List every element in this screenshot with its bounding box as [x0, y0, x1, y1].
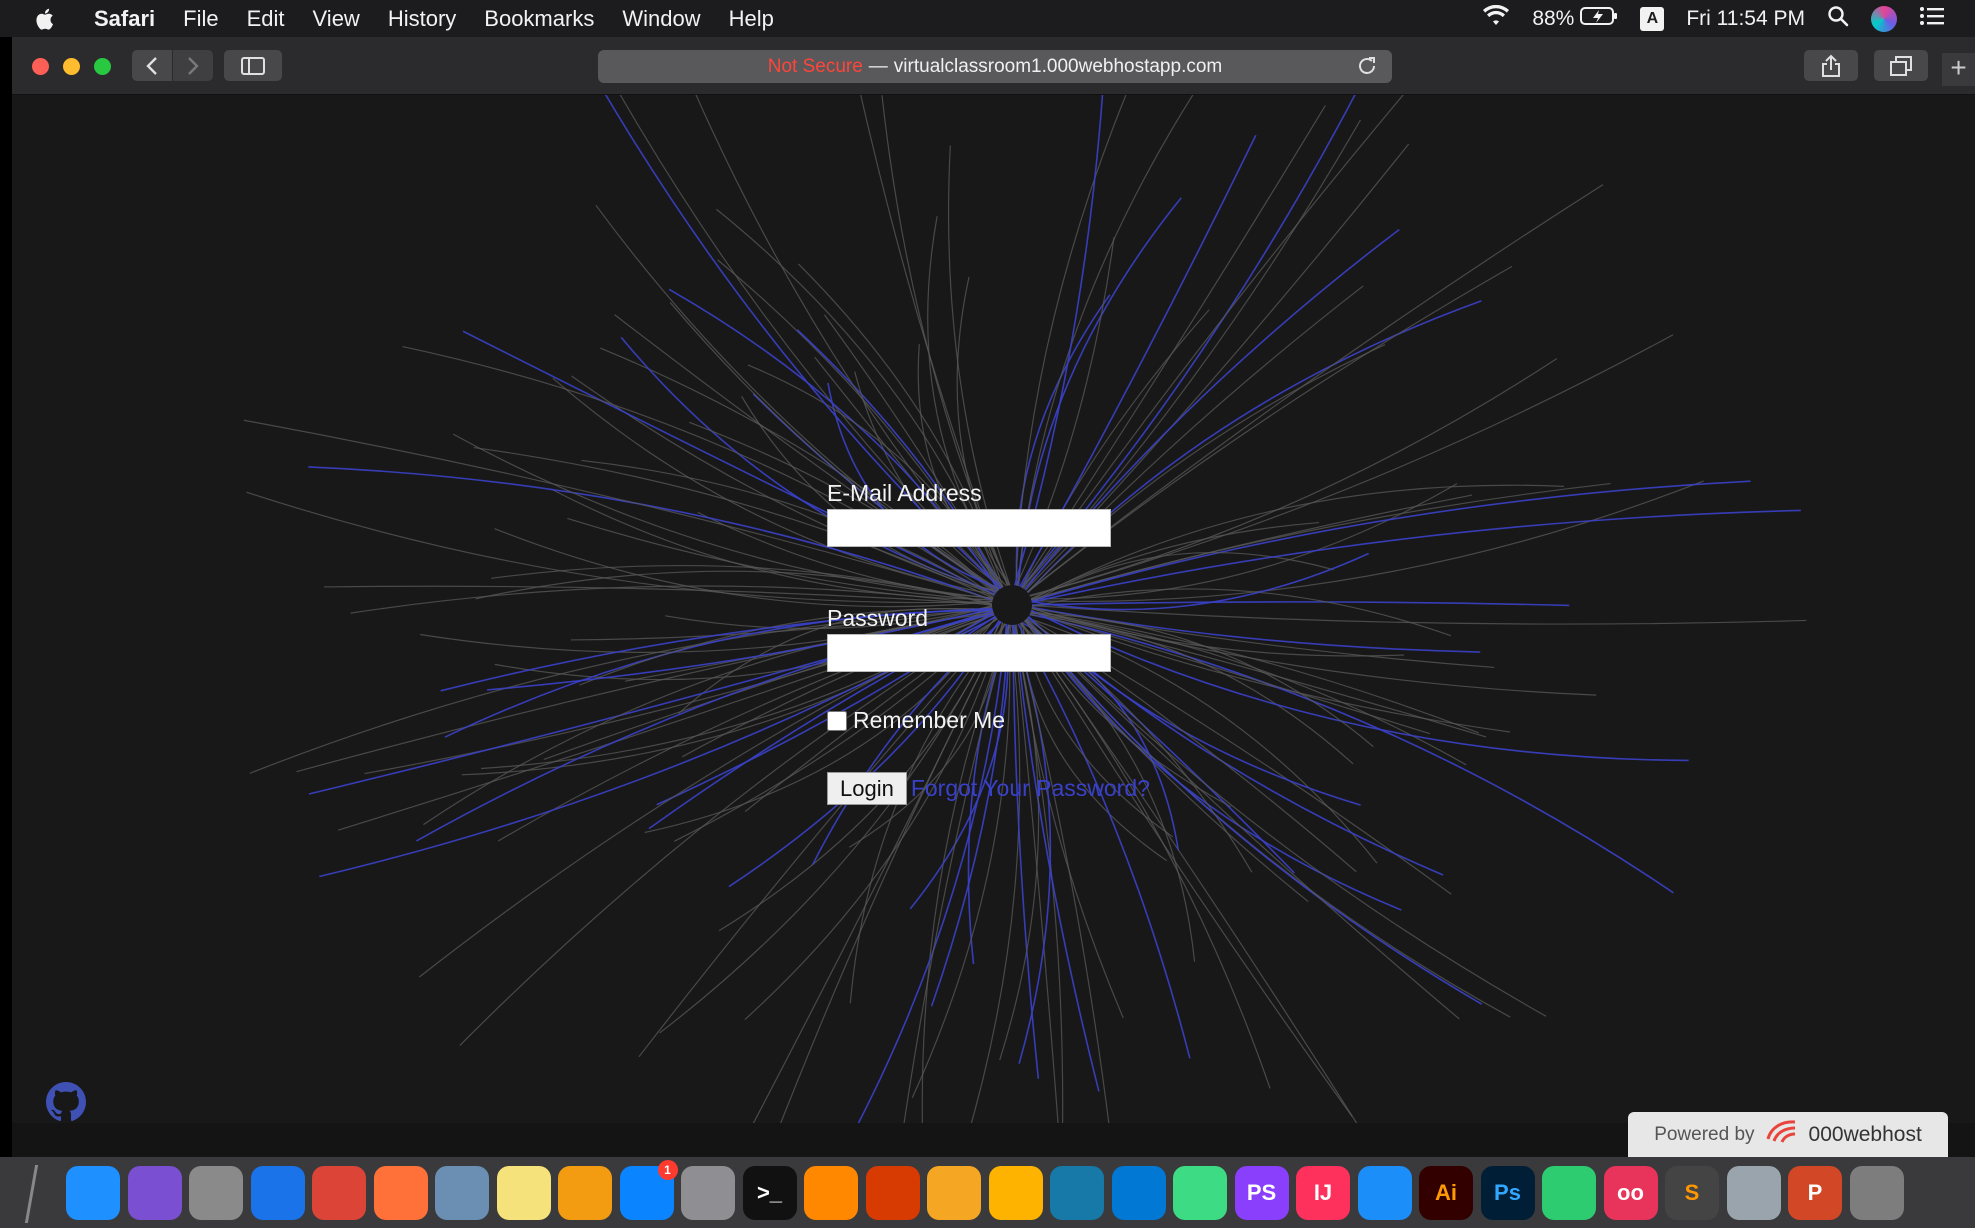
system-preferences-icon[interactable] [681, 1166, 735, 1220]
dock-icon-glyph: Ai [1435, 1180, 1457, 1205]
dock-icon-glyph: >_ [756, 1180, 783, 1205]
powerpoint-icon[interactable]: P [1788, 1166, 1842, 1220]
menu-history[interactable]: History [388, 6, 456, 32]
dock-icon-glyph: P [1807, 1180, 1823, 1205]
battery-charging-icon [1580, 6, 1618, 32]
show-tabs-button[interactable] [1874, 50, 1928, 81]
close-window-button[interactable] [32, 58, 49, 75]
menu-view[interactable]: View [313, 6, 360, 32]
github-icon[interactable] [46, 1082, 86, 1127]
url-separator: — [868, 55, 888, 77]
minimize-window-button[interactable] [63, 58, 80, 75]
sublime-text-icon[interactable]: S [1665, 1166, 1719, 1220]
apple-icon[interactable] [34, 7, 74, 31]
preview-icon[interactable] [435, 1166, 489, 1220]
tableplus-icon[interactable] [927, 1166, 981, 1220]
dock: 1 >_ PS IJ Ai Ps oo S P [0, 1157, 1975, 1228]
not-secure-label: Not Secure [767, 55, 863, 77]
battery-percent: 88% [1532, 6, 1575, 30]
menu-items: Safari File Edit View History Bookmarks … [74, 6, 774, 32]
siri-icon[interactable] [127, 1166, 182, 1220]
password-field[interactable] [827, 634, 1111, 672]
menu-edit[interactable]: Edit [247, 6, 285, 32]
dock-icon-glyph: S [1684, 1180, 1700, 1205]
host-brand: 000webhost [1808, 1122, 1922, 1146]
password-label: Password [827, 605, 928, 631]
vlc-icon[interactable] [804, 1166, 858, 1220]
powered-by-label: Powered by [1654, 1123, 1755, 1145]
flickr-icon[interactable]: oo [1603, 1166, 1658, 1220]
sketch-icon[interactable] [988, 1166, 1043, 1220]
app-store-icon[interactable]: 1 [619, 1160, 678, 1220]
remember-me-checkbox[interactable] [827, 710, 847, 731]
dock-icon-glyph: IJ [1313, 1180, 1333, 1205]
tabs-overview-icon [1890, 55, 1912, 76]
xcode-icon[interactable] [1357, 1166, 1412, 1220]
android-file-transfer-icon[interactable] [1542, 1166, 1596, 1220]
menu-window[interactable]: Window [622, 6, 700, 32]
chevron-right-icon [188, 56, 199, 75]
notes-icon[interactable] [496, 1166, 551, 1220]
login-actions: Login Forgot Your Password? [827, 772, 1187, 805]
menu-safari[interactable]: Safari [94, 6, 155, 32]
zoom-window-button[interactable] [94, 58, 111, 75]
web-page: E-Mail Address Password Remember Me Logi… [12, 95, 1975, 1157]
reload-icon[interactable] [1356, 55, 1378, 83]
login-form: E-Mail Address Password Remember Me Logi… [827, 480, 1187, 805]
chevron-left-icon [146, 56, 157, 75]
phpstorm-icon[interactable]: PS [1234, 1166, 1289, 1220]
safari-icon[interactable] [250, 1166, 305, 1220]
menu-bookmarks[interactable]: Bookmarks [484, 6, 594, 32]
sidebar-toggle-button[interactable] [224, 50, 282, 81]
back-button[interactable] [132, 50, 172, 81]
android-studio-icon[interactable] [1173, 1166, 1227, 1220]
spotlight-search-icon[interactable] [1827, 5, 1849, 33]
input-source-indicator[interactable]: A [1640, 6, 1665, 31]
office-icon[interactable] [865, 1166, 920, 1220]
dock-icon-glyph: oo [1617, 1180, 1644, 1205]
trash-icon[interactable] [1849, 1166, 1904, 1220]
notification-center-icon[interactable] [1919, 5, 1945, 33]
new-tab-button[interactable]: + [1942, 53, 1975, 86]
remember-me-row: Remember Me [827, 707, 1187, 734]
000webhost-logo-icon [1765, 1119, 1799, 1151]
terminal-icon[interactable]: >_ [742, 1166, 797, 1220]
menu-file[interactable]: File [183, 6, 218, 32]
launchpad-icon[interactable] [189, 1166, 243, 1220]
sidebar-icon [241, 56, 265, 75]
notification-badge: 1 [657, 1160, 678, 1180]
dock-icon-glyph: Ps [1494, 1180, 1521, 1205]
chrome-icon[interactable] [312, 1166, 366, 1220]
powered-by-badge[interactable]: Powered by 000webhost [1628, 1112, 1948, 1157]
share-button[interactable] [1804, 50, 1858, 81]
wifi-icon[interactable] [1482, 4, 1510, 33]
status-area: 88% A Fri 11:54 PM [1482, 0, 1945, 37]
browser-toolbar: Not Secure — virtualclassroom1.000webhos… [12, 37, 1975, 95]
battery-status[interactable]: 88% [1532, 6, 1618, 32]
finder-icon[interactable] [66, 1166, 120, 1220]
share-icon [1822, 54, 1840, 77]
illustrator-icon[interactable]: Ai [1419, 1166, 1473, 1220]
photos-icon[interactable] [558, 1166, 612, 1220]
photoshop-icon[interactable]: Ps [1480, 1166, 1535, 1220]
dock-icon-glyph: PS [1246, 1180, 1277, 1205]
menu-bar: Safari File Edit View History Bookmarks … [0, 0, 1975, 37]
login-button[interactable]: Login [827, 772, 907, 805]
remember-me-label: Remember Me [853, 707, 1006, 733]
forward-button[interactable] [173, 50, 213, 81]
vscode-icon[interactable] [1111, 1166, 1166, 1220]
firefox-icon[interactable] [373, 1166, 428, 1220]
archive-utility-icon[interactable] [1726, 1166, 1781, 1220]
wireshark-icon[interactable] [1050, 1166, 1104, 1220]
email-field[interactable] [827, 509, 1111, 547]
menu-help[interactable]: Help [729, 6, 774, 32]
email-label: E-Mail Address [827, 480, 982, 506]
siri-icon[interactable] [1871, 5, 1897, 32]
url-text: virtualclassroom1.000webhostapp.com [893, 55, 1223, 77]
forgot-password-link[interactable]: Forgot Your Password? [911, 775, 1150, 802]
dock-divider [24, 1165, 39, 1223]
intellij-icon[interactable]: IJ [1296, 1166, 1350, 1220]
address-bar[interactable]: Not Secure — virtualclassroom1.000webhos… [598, 50, 1392, 83]
menu-clock[interactable]: Fri 11:54 PM [1686, 7, 1805, 31]
